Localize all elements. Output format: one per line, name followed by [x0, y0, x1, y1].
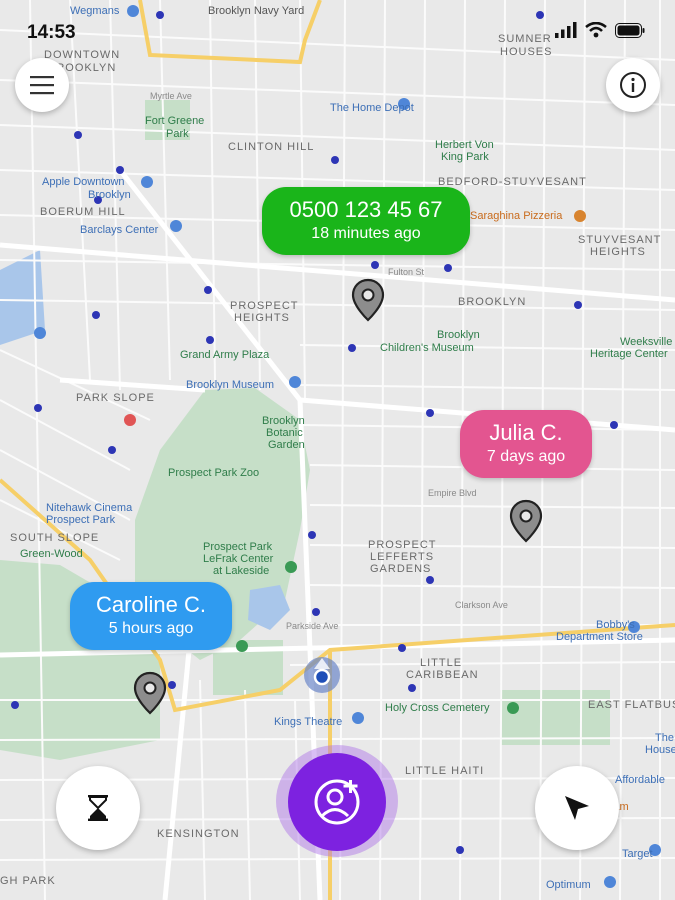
map-label: Grand Army Plaza	[180, 349, 270, 361]
map-label: BROOKLYN	[458, 296, 527, 308]
bubble-subtitle: 7 days ago	[486, 448, 566, 465]
map-label: Weeksville	[620, 336, 673, 348]
status-icons	[555, 22, 645, 38]
location-pin-caroline[interactable]	[132, 671, 168, 715]
bubble-title: 0500 123 45 67	[289, 197, 443, 222]
map-label: Barclays Center	[80, 224, 159, 236]
map-label: BOERUM HILL	[40, 206, 126, 218]
map-label: GARDENS	[370, 563, 432, 575]
bubble-subtitle: 5 hours ago	[108, 620, 194, 637]
map-label: Saraghina Pizzeria	[470, 210, 563, 222]
status-time: 14:53	[27, 22, 76, 43]
bubble-subtitle: 18 minutes ago	[311, 225, 421, 242]
menu-button[interactable]	[15, 58, 69, 112]
map-label: Kings Theatre	[274, 716, 343, 728]
map-label: Brooklyn	[262, 415, 305, 427]
map-label: GH PARK	[0, 875, 56, 887]
map-label: Holy Cross Cemetery	[385, 702, 490, 714]
map-label: Fulton St	[388, 267, 425, 277]
map-label: Children's Museum	[380, 342, 474, 354]
map-label: EAST FLATBUSH	[588, 699, 675, 711]
battery-icon	[615, 22, 645, 38]
map-label: PROSPECT	[368, 539, 437, 551]
map-label: Prospect Park Zoo	[168, 467, 260, 479]
map-label: Optimum	[546, 879, 591, 891]
location-pin-julia[interactable]	[508, 499, 544, 543]
map-label: at Lakeside	[213, 565, 270, 577]
bubble-title: Julia C.	[489, 420, 563, 445]
map-label: CARIBBEAN	[406, 669, 479, 681]
signal-icon	[555, 22, 577, 38]
map-label: PARK SLOPE	[76, 392, 155, 404]
map-label: STUYVESANT	[578, 234, 662, 246]
map-label: LEFFERTS	[370, 551, 435, 563]
map-label: Nitehawk Cinema	[46, 502, 133, 514]
map-label: Herbert Von	[435, 139, 494, 151]
map-label: Target	[622, 848, 653, 860]
bubble-title: Caroline C.	[95, 592, 207, 617]
map-label: Brooklyn	[88, 189, 131, 201]
hourglass-icon	[88, 795, 108, 821]
map-label: Green-Wood	[20, 548, 83, 560]
map-label: Bobby's	[596, 619, 635, 631]
navigation-arrow-icon	[565, 796, 589, 820]
wifi-icon	[585, 22, 607, 38]
map-label: HOUSES	[500, 46, 553, 58]
map-label: LITTLE	[420, 657, 463, 669]
map-label: Apple Downtown	[42, 176, 125, 188]
map-label: Botanic	[266, 427, 303, 439]
status-bar: 14:53	[0, 0, 675, 43]
map-label: The	[655, 732, 674, 744]
info-button[interactable]	[606, 58, 660, 112]
locate-me-button[interactable]	[535, 766, 619, 850]
contact-bubble-caroline[interactable]: Caroline C. 5 hours ago	[70, 582, 232, 650]
add-contact-button[interactable]	[288, 753, 386, 851]
map-label: DOWNTOWN	[44, 49, 121, 61]
location-pin-phone[interactable]	[350, 278, 386, 322]
map-label: Heritage Center	[590, 348, 668, 360]
map-label: King Park	[441, 151, 489, 163]
map-label: Park	[166, 128, 189, 140]
map-label: Garden	[268, 439, 305, 451]
map-label: KENSINGTON	[157, 828, 240, 840]
map-label: HEIGHTS	[590, 246, 646, 258]
map-label: Department Store	[556, 631, 643, 643]
map-label: Prospect Park	[46, 514, 116, 526]
map-label: LeFrak Center	[203, 553, 274, 565]
contact-bubble-julia[interactable]: Julia C. 7 days ago	[460, 410, 592, 478]
map-label: Brooklyn Museum	[186, 379, 275, 391]
map-label: Fort Greene	[145, 115, 205, 127]
map-label: SOUTH SLOPE	[10, 532, 100, 544]
map-label: Brooklyn	[437, 329, 480, 341]
map-label: The Home Depot	[330, 102, 414, 114]
map-label: Myrtle Ave	[150, 91, 192, 101]
current-location-marker	[304, 657, 340, 693]
map-label: House	[645, 744, 675, 756]
map-label: CLINTON HILL	[228, 141, 315, 153]
info-icon	[620, 72, 646, 98]
map-label: Empire Blvd	[428, 488, 477, 498]
menu-icon	[30, 76, 54, 95]
map-label: HEIGHTS	[234, 312, 290, 324]
map-label: Prospect Park	[203, 541, 273, 553]
history-button[interactable]	[56, 766, 140, 850]
contact-bubble-phone[interactable]: 0500 123 45 67 18 minutes ago	[262, 187, 470, 255]
map-label: LITTLE HAITI	[405, 765, 485, 777]
map-label: Parkside Ave	[286, 621, 339, 631]
map-label: Clarkson Ave	[455, 600, 508, 610]
map-label: Affordable	[615, 774, 665, 786]
map-label: PROSPECT	[230, 300, 299, 312]
add-contact-icon	[314, 777, 360, 825]
